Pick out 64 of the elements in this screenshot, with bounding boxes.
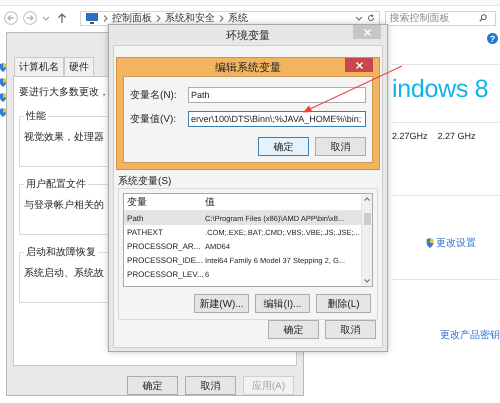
list-button[interactable]: 删除(L): [316, 294, 371, 313]
column-header[interactable]: 变量: [124, 195, 202, 209]
search-icon: [479, 14, 488, 22]
variable-name: PROCESSOR_LEV...: [126, 270, 202, 278]
group-title: 系统变量(S): [118, 174, 172, 188]
caret-icon[interactable]: [42, 14, 50, 22]
close-button[interactable]: [345, 58, 373, 72]
shield-icon[interactable]: [0, 93, 6, 102]
tab[interactable]: 硬件: [64, 57, 94, 76]
scroll-up-icon[interactable]: [364, 197, 370, 201]
group-description: 系统启动、系统故: [24, 268, 104, 279]
help-icon[interactable]: ?: [487, 33, 498, 44]
variable-name: Path: [126, 214, 144, 222]
group-title: 性能: [24, 110, 47, 123]
processor-speed: 2.27GHz: [392, 131, 428, 143]
refresh-icon[interactable]: [367, 14, 376, 22]
dialog-button[interactable]: 取消: [325, 320, 376, 339]
change-settings-link[interactable]: 更改设置: [436, 236, 476, 250]
forward-icon[interactable]: [23, 11, 37, 25]
chevron-icon: [156, 14, 161, 22]
intro-text: 要进行大多数更改，: [19, 86, 109, 99]
scrollbar[interactable]: [361, 194, 372, 286]
breadcrumb-item[interactable]: 系统和安全: [165, 11, 215, 25]
variable-name: PROCESSOR_IDE...: [126, 256, 202, 264]
column-header[interactable]: 值: [202, 195, 361, 209]
group-title: 启动和故障恢复: [25, 246, 97, 259]
group-title: 用户配置文件: [25, 178, 87, 191]
close-icon: [356, 62, 362, 68]
computer-icon: [85, 11, 99, 25]
shield-icon[interactable]: [0, 78, 6, 87]
caret-icon[interactable]: [355, 14, 364, 22]
field-label: 变量名(N):: [130, 88, 178, 102]
input-field[interactable]: Path: [188, 87, 366, 103]
breadcrumb-item[interactable]: 系统: [228, 11, 248, 25]
processor-speed: 2.27 GHz: [438, 131, 476, 143]
group-description: 视觉效果，处理器: [24, 132, 104, 143]
dialog-button[interactable]: 确定: [268, 320, 319, 339]
group-description: 与登录帐户相关的: [24, 200, 104, 211]
change-product-key-link[interactable]: 更改产品密钥: [440, 328, 500, 342]
logo-text: indows 8: [392, 74, 490, 105]
dialog-button[interactable]: 取消: [315, 137, 366, 156]
window-title: 环境变量: [226, 28, 270, 42]
search-field[interactable]: 搜索控制面板: [385, 10, 496, 26]
window-title: 编辑系统变量: [215, 60, 281, 74]
close-icon: [364, 28, 370, 36]
chevron-icon: [219, 14, 224, 22]
dialog-button[interactable]: 确定: [258, 137, 309, 156]
tab[interactable]: 计算机名: [14, 57, 64, 76]
breadcrumb-item[interactable]: 控制面板: [112, 11, 152, 25]
back-icon[interactable]: [4, 11, 18, 25]
shield-icon[interactable]: [0, 108, 6, 117]
shield-icon[interactable]: [0, 63, 6, 72]
shield-icon: [426, 238, 434, 248]
chevron-icon: [103, 14, 108, 22]
variable-name: PATHEXT: [126, 228, 164, 236]
scroll-thumb[interactable]: [364, 213, 370, 225]
dialog-button[interactable]: 确定: [127, 376, 178, 395]
list-button[interactable]: 编辑(I)...: [255, 294, 310, 313]
scroll-down-icon[interactable]: [364, 279, 370, 283]
variable-name: PROCESSOR_AR...: [126, 242, 202, 250]
list-button[interactable]: 新建(W)...: [194, 294, 249, 313]
dialog-button[interactable]: 取消: [185, 376, 236, 395]
field-label: 变量值(V):: [130, 112, 178, 126]
input-field[interactable]: erver\100\DTS\Binn\;%JAVA_HOME%\bin;: [188, 111, 366, 127]
